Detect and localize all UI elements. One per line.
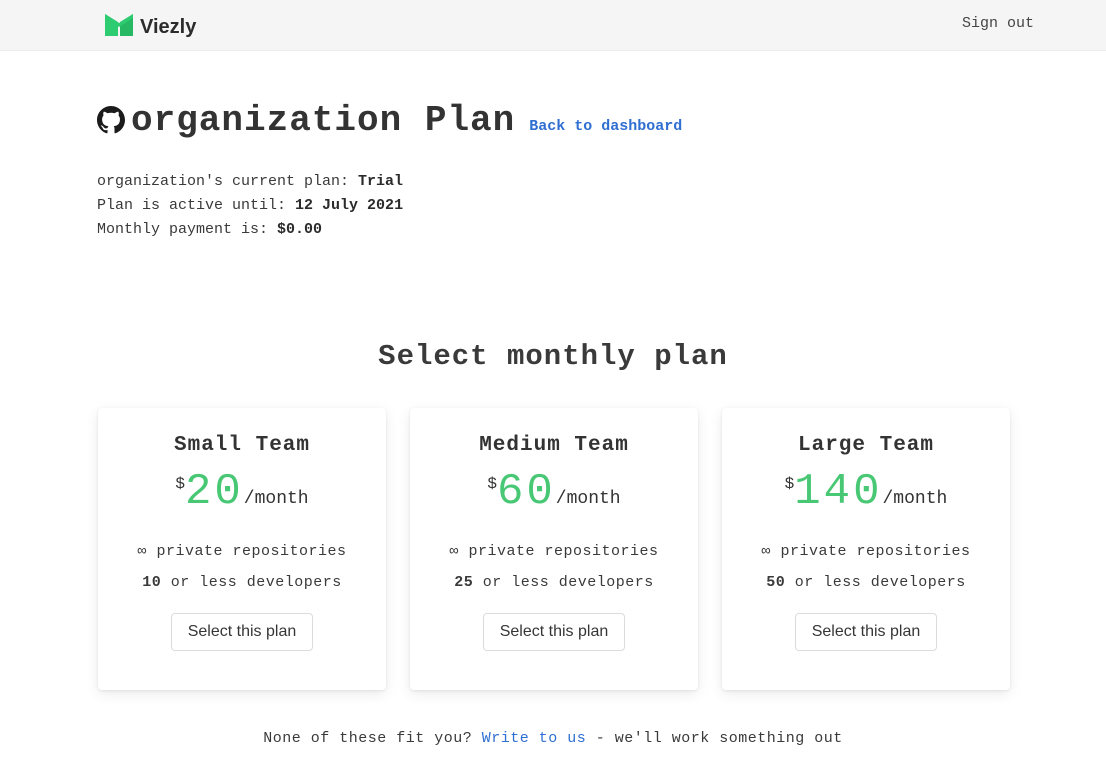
page-title: organization Plan [131, 100, 516, 141]
plan-card-large: Large Team $140/month ∞ private reposito… [722, 408, 1010, 690]
top-navbar: Viezly Sign out [0, 0, 1106, 51]
page-header: organization Plan Back to dashboard [97, 100, 682, 141]
developer-text: or less developers [161, 574, 342, 591]
feature-repositories: ∞ private repositories [449, 543, 659, 560]
plan-price: $140/month [722, 467, 1010, 519]
select-plan-button[interactable]: Select this plan [170, 613, 314, 651]
feature-developers: 50 or less developers [722, 574, 1010, 591]
price-period: /month [882, 489, 948, 509]
developer-text: or less developers [473, 574, 654, 591]
current-plan-line: organization's current plan: Trial [97, 170, 403, 194]
select-plan-button[interactable]: Select this plan [482, 613, 626, 651]
price-period: /month [243, 489, 309, 509]
price-amount: 60 [496, 467, 556, 517]
price-amount: 140 [794, 467, 883, 517]
brand[interactable]: Viezly [104, 12, 196, 43]
plan-card-small: Small Team $20/month ∞ private repositor… [98, 408, 386, 690]
back-to-dashboard-link[interactable]: Back to dashboard [529, 118, 682, 135]
active-until-label: Plan is active until: [97, 197, 296, 214]
brand-name: Viezly [140, 16, 197, 38]
price-currency: $ [784, 475, 795, 493]
developer-text: or less developers [785, 574, 966, 591]
developer-count: 25 [454, 574, 474, 591]
price-amount: 20 [184, 467, 244, 517]
viezly-logo-icon [104, 12, 134, 43]
footer-suffix: - we'll work something out [586, 730, 843, 747]
footer-prefix: None of these fit you? [263, 730, 482, 747]
current-plan-value: Trial [358, 173, 404, 190]
feature-developers: 10 or less developers [98, 574, 386, 591]
plan-price: $60/month [410, 467, 698, 519]
plan-name: Small Team [173, 434, 311, 457]
plan-name: Large Team [797, 434, 935, 457]
monthly-payment-label: Monthly payment is: [97, 221, 278, 238]
section-title: Select monthly plan [378, 340, 728, 373]
github-icon [97, 106, 125, 134]
monthly-payment-line: Monthly payment is: $0.00 [97, 218, 403, 242]
developer-count: 50 [766, 574, 786, 591]
plan-card-medium: Medium Team $60/month ∞ private reposito… [410, 408, 698, 690]
developer-count: 10 [142, 574, 162, 591]
plan-name: Medium Team [479, 434, 629, 457]
active-until-line: Plan is active until: 12 July 2021 [97, 194, 403, 218]
active-until-value: 12 July 2021 [295, 197, 404, 214]
write-to-us-link[interactable]: Write to us [482, 730, 587, 747]
select-plan-button[interactable]: Select this plan [794, 613, 938, 651]
monthly-payment-value: $0.00 [277, 221, 323, 238]
plan-info: organization's current plan: Trial Plan … [97, 170, 403, 242]
price-period: /month [555, 489, 621, 509]
feature-repositories: ∞ private repositories [761, 543, 971, 560]
current-plan-label: organization's current plan: [97, 173, 359, 190]
sign-out-link[interactable]: Sign out [962, 15, 1034, 32]
price-currency: $ [487, 475, 497, 493]
price-currency: $ [175, 475, 185, 493]
feature-developers: 25 or less developers [410, 574, 698, 591]
feature-repositories: ∞ private repositories [137, 543, 347, 560]
footer-note: None of these fit you? Write to us - we'… [0, 730, 1106, 747]
plan-price: $20/month [98, 467, 386, 519]
